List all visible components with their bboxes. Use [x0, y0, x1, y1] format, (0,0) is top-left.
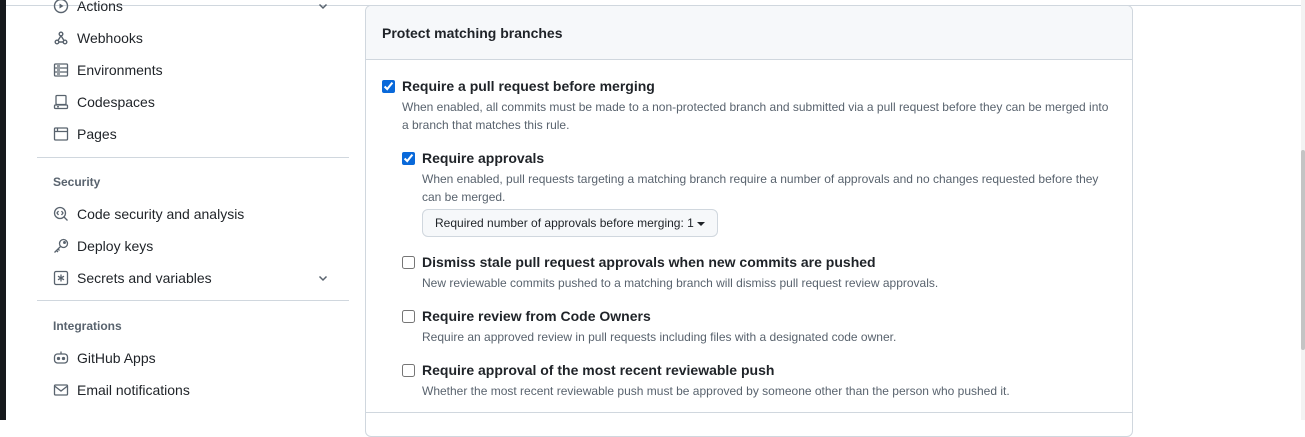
require-approvals-checkbox[interactable] [402, 152, 415, 165]
sidebar-item-code-security[interactable]: Code security and analysis [37, 198, 349, 230]
rule-description: Whether the most recent reviewable push … [422, 384, 1010, 398]
rule-title: Require approval of the most recent revi… [422, 362, 775, 378]
rule-description: When enabled, all commits must be made t… [402, 100, 1109, 132]
sidebar-item-email-notifications[interactable]: Email notifications [37, 374, 349, 406]
rule-title: Require approvals [422, 150, 545, 166]
key-icon [53, 238, 69, 254]
sidebar-item-secrets[interactable]: Secrets and variables [37, 262, 349, 294]
server-icon [53, 62, 69, 78]
sidebar-item-label: Code security and analysis [77, 206, 245, 222]
rule-title: Require a pull request before merging [402, 78, 655, 94]
sidebar-item-label: Email notifications [77, 382, 190, 398]
sidebar-item-label: Codespaces [77, 94, 155, 110]
sidebar-item-deploy-keys[interactable]: Deploy keys [37, 230, 349, 262]
sidebar-item-pages[interactable]: Pages [37, 118, 349, 150]
branch-protection-panel: Protect matching branches Require a pull… [365, 5, 1133, 437]
asterisk-box-icon [53, 270, 69, 286]
browser-icon [53, 126, 69, 142]
play-circle-icon [53, 0, 69, 14]
sidebar-item-github-apps[interactable]: GitHub Apps [37, 342, 349, 374]
sidebar-item-webhooks[interactable]: Webhooks [37, 22, 349, 54]
sidebar-item-label: Webhooks [77, 30, 143, 46]
approvals-count-label: Required number of approvals before merg… [435, 216, 694, 230]
sidebar-item-environments[interactable]: Environments [37, 54, 349, 86]
rule-description: New reviewable commits pushed to a match… [422, 276, 939, 290]
require-code-owners-checkbox[interactable] [402, 310, 415, 323]
mail-icon [53, 382, 69, 398]
window-edge [0, 0, 6, 420]
dismiss-stale-approvals-checkbox[interactable] [402, 256, 415, 269]
sidebar-item-label: Pages [77, 126, 117, 142]
rule-title: Dismiss stale pull request approvals whe… [422, 254, 876, 270]
panel-title: Protect matching branches [366, 6, 1132, 60]
codescan-icon [53, 206, 69, 222]
apps-icon [53, 350, 69, 366]
sidebar-heading-integrations: Integrations [53, 319, 122, 333]
rule-description: When enabled, pull requests targeting a … [422, 172, 1099, 204]
codespaces-icon [53, 94, 69, 110]
chevron-down-icon[interactable] [317, 0, 329, 12]
sidebar-item-label: GitHub Apps [77, 350, 156, 366]
rule-title: Require review from Code Owners [422, 308, 651, 324]
chevron-down-icon[interactable] [317, 272, 329, 284]
caret-down-icon [696, 221, 705, 226]
webhook-icon [53, 30, 69, 46]
sidebar-item-label: Secrets and variables [77, 270, 212, 286]
require-pull-request-checkbox[interactable] [382, 80, 395, 93]
require-recent-push-approval-checkbox[interactable] [402, 364, 415, 377]
sidebar-item-actions[interactable]: Actions [37, 0, 349, 22]
sidebar-item-label: Deploy keys [77, 238, 154, 254]
settings-sidebar: Actions Webhooks Environments Codespaces… [37, 0, 349, 420]
approvals-count-dropdown[interactable]: Required number of approvals before merg… [422, 209, 718, 237]
sidebar-item-codespaces[interactable]: Codespaces [37, 86, 349, 118]
panel-divider [366, 412, 1132, 413]
sidebar-divider [37, 300, 349, 301]
rule-description: Require an approved review in pull reque… [422, 330, 897, 344]
sidebar-item-label: Environments [77, 62, 163, 78]
scrollbar-thumb[interactable] [1301, 150, 1305, 350]
sidebar-heading-security: Security [53, 175, 101, 189]
sidebar-divider [37, 157, 349, 158]
sidebar-item-label: Actions [77, 0, 123, 14]
